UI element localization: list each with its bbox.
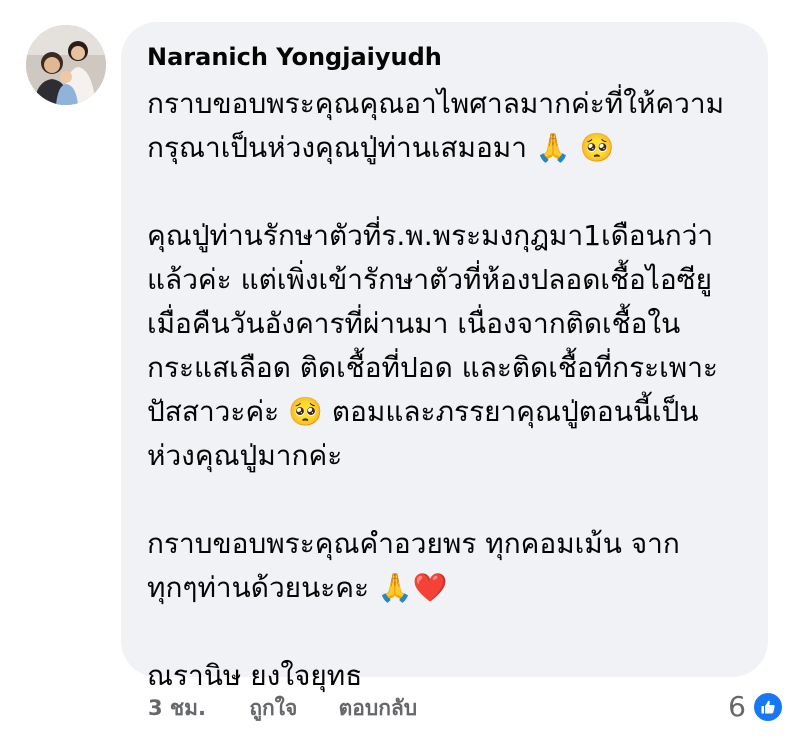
comment-timestamp[interactable]: 3 ชม.: [148, 690, 206, 726]
comment-author-name[interactable]: Naranich Yongjaiyudh: [147, 40, 748, 74]
comment-line: กระแสเลือด ติดเชื้อที่ปอด และติดเชื้อที่…: [147, 351, 718, 384]
comment-line: ทุกๆท่านด้วยนะคะ 🙏❤️: [147, 571, 448, 604]
comment-line: ปัสสาวะค่ะ 🥺 ตอมและภรรยาคุณปู่ตอนนี้เป็น: [147, 395, 699, 428]
avatar-photo-icon: [26, 25, 106, 105]
comment-line: เมื่อคืนวันอังคารที่ผ่านมา เนื่องจากติดเ…: [147, 307, 681, 340]
comment-line: กราบขอบพระคุณคุณอาไพศาลมากค่ะที่ให้ความ: [147, 87, 725, 120]
comment-paragraph: กราบขอบพระคุณคุณอาไพศาลมากค่ะที่ให้ความ …: [147, 82, 748, 170]
like-thumb-icon: [752, 691, 784, 723]
comment-text: กราบขอบพระคุณคุณอาไพศาลมากค่ะที่ให้ความ …: [147, 82, 748, 698]
comment-actions: 3 ชม. ถูกใจ ตอบกลับ: [148, 690, 417, 726]
comment-bubble: Naranich Yongjaiyudh กราบขอบพระคุณคุณอาไ…: [121, 22, 768, 692]
reaction-count: 6: [728, 690, 746, 723]
comment-line: คุณปู่ท่านรักษาตัวที่ร.พ.พระมงกุฎมา1เดือ…: [147, 219, 714, 252]
reaction-summary[interactable]: 6: [728, 688, 784, 726]
reply-button[interactable]: ตอบกลับ: [339, 690, 418, 726]
comment-screenshot: Naranich Yongjaiyudh กราบขอบพระคุณคุณอาไ…: [0, 0, 800, 744]
comment-paragraph: กราบขอบพระคุณคำอวยพร ทุกคอมเม้น จาก ทุกๆ…: [147, 522, 748, 610]
comment-line: กรุณาเป็นห่วงคุณปู่ท่านเสมอมา 🙏 🥺: [147, 131, 615, 164]
comment-line: กราบขอบพระคุณคำอวยพร ทุกคอมเม้น จาก: [147, 527, 680, 560]
comment-paragraph: คุณปู่ท่านรักษาตัวที่ร.พ.พระมงกุฎมา1เดือ…: [147, 214, 748, 478]
avatar[interactable]: [26, 25, 106, 105]
comment-line: ห่วงคุณปู่มากค่ะ: [147, 439, 343, 472]
like-button[interactable]: ถูกใจ: [249, 690, 297, 726]
comment-line: แล้วค่ะ แต่เพิ่งเข้ารักษาตัวที่ห้องปลอดเ…: [147, 263, 713, 296]
